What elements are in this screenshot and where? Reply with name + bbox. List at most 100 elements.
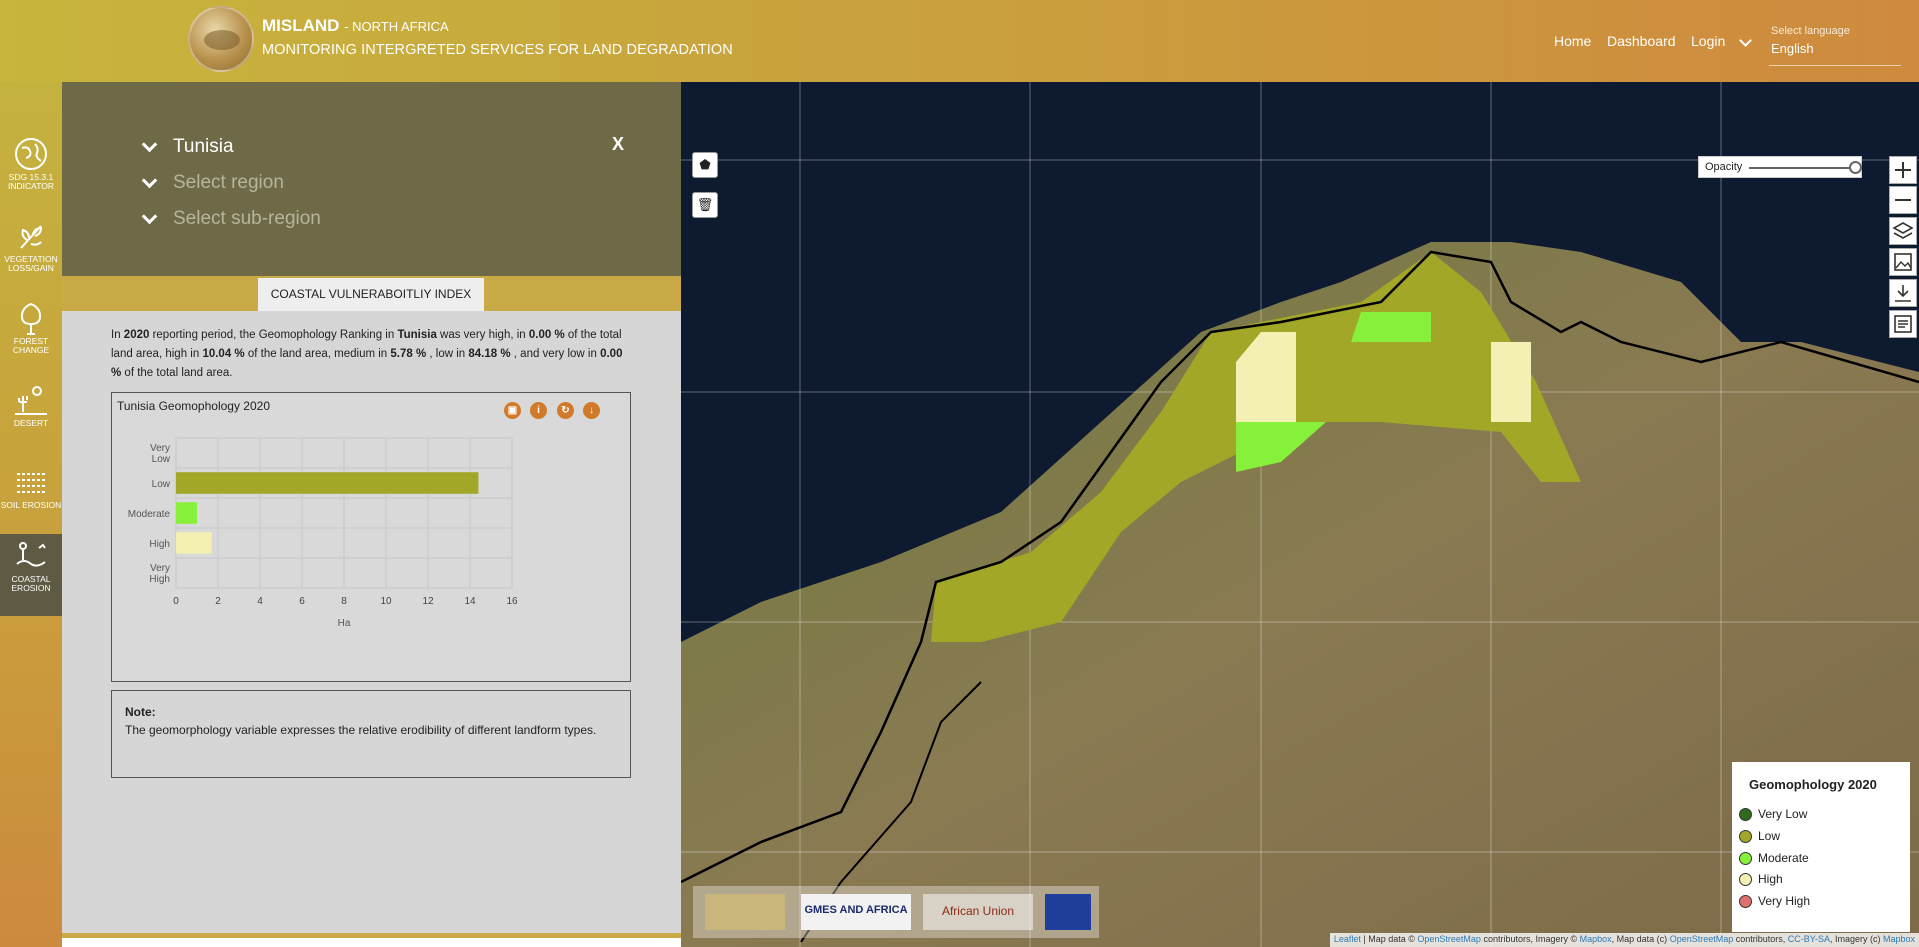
y-tick-label: Very High [149,563,170,585]
cc-link[interactable]: CC-BY-SA [1788,934,1830,944]
download-button[interactable] [1889,279,1917,307]
x-tick-label: 8 [341,596,347,607]
legend-label: High [1758,872,1783,886]
opacity-slider-thumb[interactable] [1849,161,1862,174]
subregion-placeholder: Select sub-region [173,208,321,229]
close-button[interactable]: X [612,134,624,155]
map-view[interactable]: ⬟ 🗑 Opacity GMES AND AFRICA African Unio… [681,82,1919,947]
osm-link[interactable]: OpenStreetMap [1670,934,1734,944]
subregion-select[interactable]: Select sub-region [141,204,321,234]
language-underline [1769,65,1901,66]
chevron-down-icon[interactable] [1739,34,1752,47]
basemap-button[interactable] [1889,248,1917,276]
eu-flag-logo [1045,894,1091,930]
chevron-down-icon [141,172,158,188]
opacity-label: Opacity [1705,161,1743,173]
x-tick-label: 4 [257,596,263,607]
sidebar-item-coastal[interactable]: COASTAL EROSION [0,534,62,616]
location-selector: Tunisia Select region Select sub-region … [62,82,681,276]
mapbox-link[interactable]: Mapbox [1580,934,1612,944]
nav-dashboard[interactable]: Dashboard [1607,33,1676,49]
desert-icon [15,386,47,415]
sidebar-item-desert[interactable]: DESERT [0,378,62,460]
plus-icon [1895,162,1911,178]
sidebar-item-forest[interactable]: FOREST CHANGE [0,296,62,378]
map-attribution: Leaflet | Map data © OpenStreetMap contr… [1329,933,1919,947]
osm-link[interactable]: OpenStreetMap [1417,934,1481,944]
draw-polygon-button[interactable]: ⬟ [692,152,718,178]
very-high-percent: 0.00 % [528,329,565,341]
y-tick-label: Low [152,479,171,490]
bar-moderate [176,502,197,524]
nav-login[interactable]: Login [1691,33,1725,49]
report-icon [1894,315,1912,333]
moderate-zone [1351,312,1431,342]
partner-logo [705,894,785,930]
legend-label: Very Low [1758,807,1808,821]
soil-icon [17,473,45,493]
sidebar-label: FOREST CHANGE [12,336,50,355]
text-fragment: In [111,329,124,341]
y-tick-label: Moderate [128,509,171,520]
map-legend: Geomophology 2020 Very Low Low Moderate … [1732,762,1910,932]
opacity-track[interactable] [1749,167,1857,169]
chevron-down-icon [141,208,158,224]
minus-icon [1895,199,1911,201]
x-tick-label: 14 [464,596,476,607]
brand-name: MISLAND [262,16,340,35]
legend-swatch [1739,829,1752,843]
sidebar-label: SDG 15.3.1 INDICATOR [8,172,54,191]
tab-coastal-vulnerability[interactable]: COASTAL VULNERABOITLIY INDEX [258,278,484,311]
low-percent: 84.18 % [468,348,511,360]
legend-label: Very High [1758,894,1811,908]
partner-logos: GMES AND AFRICA African Union [693,886,1099,938]
region-select[interactable]: Select region [141,168,284,198]
partner-logo-au: African Union [923,894,1033,930]
nav-home[interactable]: Home [1554,33,1591,49]
legend-swatch [1739,851,1752,865]
leaflet-link[interactable]: Leaflet [1334,934,1361,944]
high-percent: 10.04 % [202,348,245,360]
mapbox-link[interactable]: Mapbox [1883,934,1915,944]
note-text: The geomorphology variable expresses the… [125,723,597,737]
x-tick-label: 10 [380,596,392,607]
bar-chart-svg: 0 2 4 6 8 10 12 14 16 Very Low Low Moderate High Very H… [128,437,518,629]
medium-percent: 5.78 % [390,348,427,360]
partner-au-text: African Union [941,904,1015,918]
coastal-icon [16,542,46,567]
sidebar-item-soil[interactable]: SOIL EROSION [0,460,62,542]
legend-label: Low [1758,829,1781,843]
year-value: 2020 [123,329,150,341]
trash-icon[interactable]: 🗑 [692,192,718,218]
x-tick-label: 16 [506,596,518,607]
sidebar-item-sdg[interactable]: SDG 15.3.1 INDICATOR [0,132,62,214]
legend-item-high: High [1739,871,1783,887]
zoom-in-button[interactable] [1889,156,1917,184]
tree-icon [20,302,42,335]
y-tick-label: Very Low [150,443,171,465]
sidebar-item-vegetation[interactable]: VEGETATION LOSS/GAIN [0,214,62,296]
y-tick-label: High [149,539,170,550]
legend-swatch [1739,807,1752,821]
sidebar-label: COASTAL EROSION [11,574,51,593]
x-tick-label: 0 [173,596,179,607]
text-fragment: reporting period, the Geomophology Ranki… [149,329,398,341]
note-box: Note: The geomorphology variable express… [111,690,631,778]
sidebar-label: SOIL EROSION [0,500,62,510]
analysis-panel: Tunisia Select region Select sub-region … [62,82,681,947]
country-select[interactable]: Tunisia [141,132,234,162]
layers-button[interactable] [1889,217,1917,245]
language-select[interactable]: English [1771,41,1814,56]
opacity-control[interactable]: Opacity [1698,156,1862,178]
country-name: Tunisia [397,329,437,341]
layers-icon [1892,222,1914,239]
legend-item-low: Low [1739,828,1780,844]
misland-logo[interactable] [188,6,254,72]
report-button[interactable] [1889,310,1917,338]
attribution-text: , Imagery (c) [1829,934,1883,944]
zoom-out-button[interactable] [1889,186,1917,214]
attribution-text: | Map data © [1360,934,1418,944]
leaf-icon [20,225,43,249]
legend-item-very-high: Very High [1739,893,1810,909]
legend-title: Geomophology 2020 [1749,777,1877,792]
